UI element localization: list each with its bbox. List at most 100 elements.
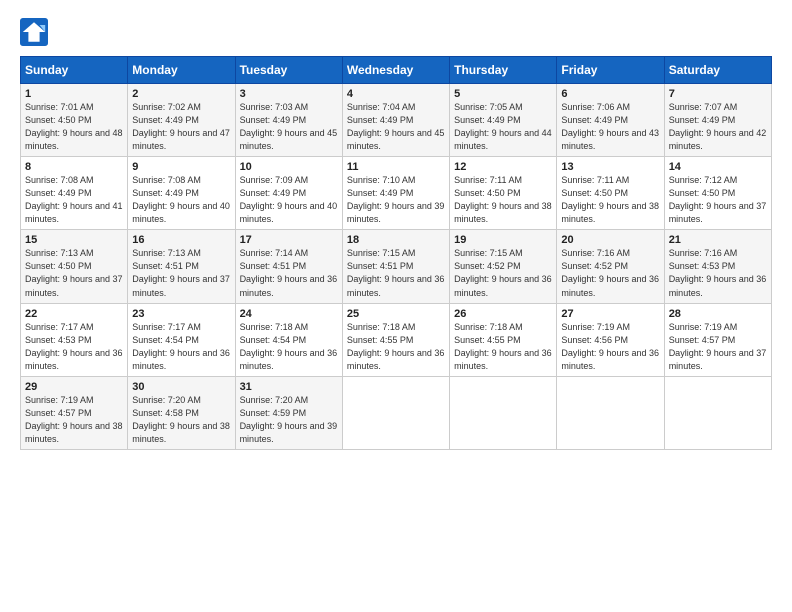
header-row: SundayMondayTuesdayWednesdayThursdayFrid… [21,57,772,84]
day-info: Sunrise: 7:16 AMSunset: 4:53 PMDaylight:… [669,247,767,299]
day-info: Sunrise: 7:20 AMSunset: 4:59 PMDaylight:… [240,394,338,446]
day-number: 3 [240,88,338,100]
day-cell [557,376,664,449]
day-number: 21 [669,234,767,246]
day-info: Sunrise: 7:08 AMSunset: 4:49 PMDaylight:… [132,174,230,226]
day-info: Sunrise: 7:08 AMSunset: 4:49 PMDaylight:… [25,174,123,226]
day-cell: 24 Sunrise: 7:18 AMSunset: 4:54 PMDaylig… [235,303,342,376]
day-cell: 15 Sunrise: 7:13 AMSunset: 4:50 PMDaylig… [21,230,128,303]
day-info: Sunrise: 7:19 AMSunset: 4:56 PMDaylight:… [561,321,659,373]
day-info: Sunrise: 7:12 AMSunset: 4:50 PMDaylight:… [669,174,767,226]
day-info: Sunrise: 7:07 AMSunset: 4:49 PMDaylight:… [669,101,767,153]
day-number: 23 [132,308,230,320]
day-info: Sunrise: 7:17 AMSunset: 4:53 PMDaylight:… [25,321,123,373]
day-cell: 28 Sunrise: 7:19 AMSunset: 4:57 PMDaylig… [664,303,771,376]
day-number: 18 [347,234,445,246]
day-number: 28 [669,308,767,320]
day-cell: 20 Sunrise: 7:16 AMSunset: 4:52 PMDaylig… [557,230,664,303]
day-cell: 27 Sunrise: 7:19 AMSunset: 4:56 PMDaylig… [557,303,664,376]
day-number: 26 [454,308,552,320]
day-cell: 9 Sunrise: 7:08 AMSunset: 4:49 PMDayligh… [128,157,235,230]
day-number: 6 [561,88,659,100]
day-cell: 22 Sunrise: 7:17 AMSunset: 4:53 PMDaylig… [21,303,128,376]
day-cell: 4 Sunrise: 7:04 AMSunset: 4:49 PMDayligh… [342,84,449,157]
day-number: 10 [240,161,338,173]
day-info: Sunrise: 7:18 AMSunset: 4:55 PMDaylight:… [454,321,552,373]
day-cell: 5 Sunrise: 7:05 AMSunset: 4:49 PMDayligh… [450,84,557,157]
day-info: Sunrise: 7:18 AMSunset: 4:55 PMDaylight:… [347,321,445,373]
day-number: 8 [25,161,123,173]
day-cell: 19 Sunrise: 7:15 AMSunset: 4:52 PMDaylig… [450,230,557,303]
logo-icon [20,18,48,46]
day-cell: 29 Sunrise: 7:19 AMSunset: 4:57 PMDaylig… [21,376,128,449]
day-cell [342,376,449,449]
day-number: 4 [347,88,445,100]
day-number: 14 [669,161,767,173]
calendar-page: SundayMondayTuesdayWednesdayThursdayFrid… [0,0,792,612]
col-header-saturday: Saturday [664,57,771,84]
day-info: Sunrise: 7:03 AMSunset: 4:49 PMDaylight:… [240,101,338,153]
day-cell: 21 Sunrise: 7:16 AMSunset: 4:53 PMDaylig… [664,230,771,303]
day-cell: 13 Sunrise: 7:11 AMSunset: 4:50 PMDaylig… [557,157,664,230]
day-cell: 26 Sunrise: 7:18 AMSunset: 4:55 PMDaylig… [450,303,557,376]
day-info: Sunrise: 7:05 AMSunset: 4:49 PMDaylight:… [454,101,552,153]
day-number: 27 [561,308,659,320]
col-header-sunday: Sunday [21,57,128,84]
day-info: Sunrise: 7:09 AMSunset: 4:49 PMDaylight:… [240,174,338,226]
day-number: 13 [561,161,659,173]
day-cell: 11 Sunrise: 7:10 AMSunset: 4:49 PMDaylig… [342,157,449,230]
day-number: 19 [454,234,552,246]
day-number: 16 [132,234,230,246]
day-number: 22 [25,308,123,320]
day-info: Sunrise: 7:13 AMSunset: 4:51 PMDaylight:… [132,247,230,299]
day-number: 5 [454,88,552,100]
day-number: 15 [25,234,123,246]
col-header-tuesday: Tuesday [235,57,342,84]
day-number: 17 [240,234,338,246]
day-cell: 1 Sunrise: 7:01 AMSunset: 4:50 PMDayligh… [21,84,128,157]
col-header-thursday: Thursday [450,57,557,84]
day-info: Sunrise: 7:11 AMSunset: 4:50 PMDaylight:… [561,174,659,226]
day-number: 24 [240,308,338,320]
day-cell: 30 Sunrise: 7:20 AMSunset: 4:58 PMDaylig… [128,376,235,449]
day-cell: 6 Sunrise: 7:06 AMSunset: 4:49 PMDayligh… [557,84,664,157]
day-number: 7 [669,88,767,100]
week-row-1: 1 Sunrise: 7:01 AMSunset: 4:50 PMDayligh… [21,84,772,157]
day-cell: 16 Sunrise: 7:13 AMSunset: 4:51 PMDaylig… [128,230,235,303]
day-number: 25 [347,308,445,320]
week-row-5: 29 Sunrise: 7:19 AMSunset: 4:57 PMDaylig… [21,376,772,449]
day-number: 9 [132,161,230,173]
week-row-3: 15 Sunrise: 7:13 AMSunset: 4:50 PMDaylig… [21,230,772,303]
day-cell: 31 Sunrise: 7:20 AMSunset: 4:59 PMDaylig… [235,376,342,449]
day-number: 12 [454,161,552,173]
col-header-wednesday: Wednesday [342,57,449,84]
day-cell [664,376,771,449]
day-cell: 3 Sunrise: 7:03 AMSunset: 4:49 PMDayligh… [235,84,342,157]
day-cell: 7 Sunrise: 7:07 AMSunset: 4:49 PMDayligh… [664,84,771,157]
day-number: 20 [561,234,659,246]
day-info: Sunrise: 7:04 AMSunset: 4:49 PMDaylight:… [347,101,445,153]
calendar-table: SundayMondayTuesdayWednesdayThursdayFrid… [20,56,772,450]
header [20,18,772,46]
day-cell: 17 Sunrise: 7:14 AMSunset: 4:51 PMDaylig… [235,230,342,303]
day-info: Sunrise: 7:13 AMSunset: 4:50 PMDaylight:… [25,247,123,299]
day-number: 29 [25,381,123,393]
day-info: Sunrise: 7:14 AMSunset: 4:51 PMDaylight:… [240,247,338,299]
day-number: 11 [347,161,445,173]
day-info: Sunrise: 7:20 AMSunset: 4:58 PMDaylight:… [132,394,230,446]
day-info: Sunrise: 7:17 AMSunset: 4:54 PMDaylight:… [132,321,230,373]
day-number: 31 [240,381,338,393]
day-cell: 2 Sunrise: 7:02 AMSunset: 4:49 PMDayligh… [128,84,235,157]
day-info: Sunrise: 7:06 AMSunset: 4:49 PMDaylight:… [561,101,659,153]
day-cell: 14 Sunrise: 7:12 AMSunset: 4:50 PMDaylig… [664,157,771,230]
logo [20,18,52,46]
day-cell: 25 Sunrise: 7:18 AMSunset: 4:55 PMDaylig… [342,303,449,376]
day-info: Sunrise: 7:19 AMSunset: 4:57 PMDaylight:… [669,321,767,373]
day-cell: 8 Sunrise: 7:08 AMSunset: 4:49 PMDayligh… [21,157,128,230]
day-number: 2 [132,88,230,100]
day-info: Sunrise: 7:02 AMSunset: 4:49 PMDaylight:… [132,101,230,153]
day-cell: 18 Sunrise: 7:15 AMSunset: 4:51 PMDaylig… [342,230,449,303]
col-header-monday: Monday [128,57,235,84]
col-header-friday: Friday [557,57,664,84]
day-cell: 12 Sunrise: 7:11 AMSunset: 4:50 PMDaylig… [450,157,557,230]
